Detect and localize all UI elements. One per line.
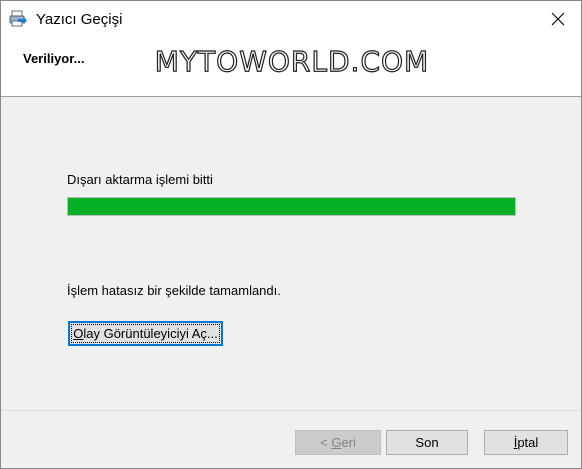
mnemonic-o: O <box>73 326 84 341</box>
close-icon <box>551 12 565 26</box>
export-status-label: Dışarı aktarma işlemi bitti <box>67 172 213 187</box>
title-bar: Yazıcı Geçişi <box>1 1 581 37</box>
export-progress-bar <box>67 197 516 216</box>
back-arrow-text: < <box>320 435 332 450</box>
printer-migration-icon <box>9 10 27 28</box>
printer-migration-window: Yazıcı Geçişi Veriliyor... MYTOWORLD.COM… <box>0 0 582 469</box>
window-title: Yazıcı Geçişi <box>36 11 123 28</box>
result-message: İşlem hatasız bir şekilde tamamlandı. <box>67 283 281 298</box>
open-event-viewer-label: Olay Görüntüleyiciyi Aç... <box>73 326 218 341</box>
progress-fill <box>68 198 515 215</box>
wizard-header: Veriliyor... <box>1 37 581 97</box>
back-button[interactable]: < Geri <box>295 430 381 455</box>
cancel-text: ptal <box>517 435 539 450</box>
back-text: eri <box>341 435 356 450</box>
open-event-viewer-button[interactable]: Olay Görüntüleyiciyi Aç... <box>68 321 223 346</box>
event-viewer-text: lay Görüntüleyiciyi Aç... <box>83 326 218 341</box>
page-title: Veriliyor... <box>23 51 85 66</box>
cancel-button[interactable]: İptal <box>484 430 568 455</box>
mnemonic-g: G <box>331 435 342 450</box>
finish-button[interactable]: Son <box>386 430 468 455</box>
close-button[interactable] <box>535 1 581 37</box>
footer-divider <box>1 410 581 411</box>
